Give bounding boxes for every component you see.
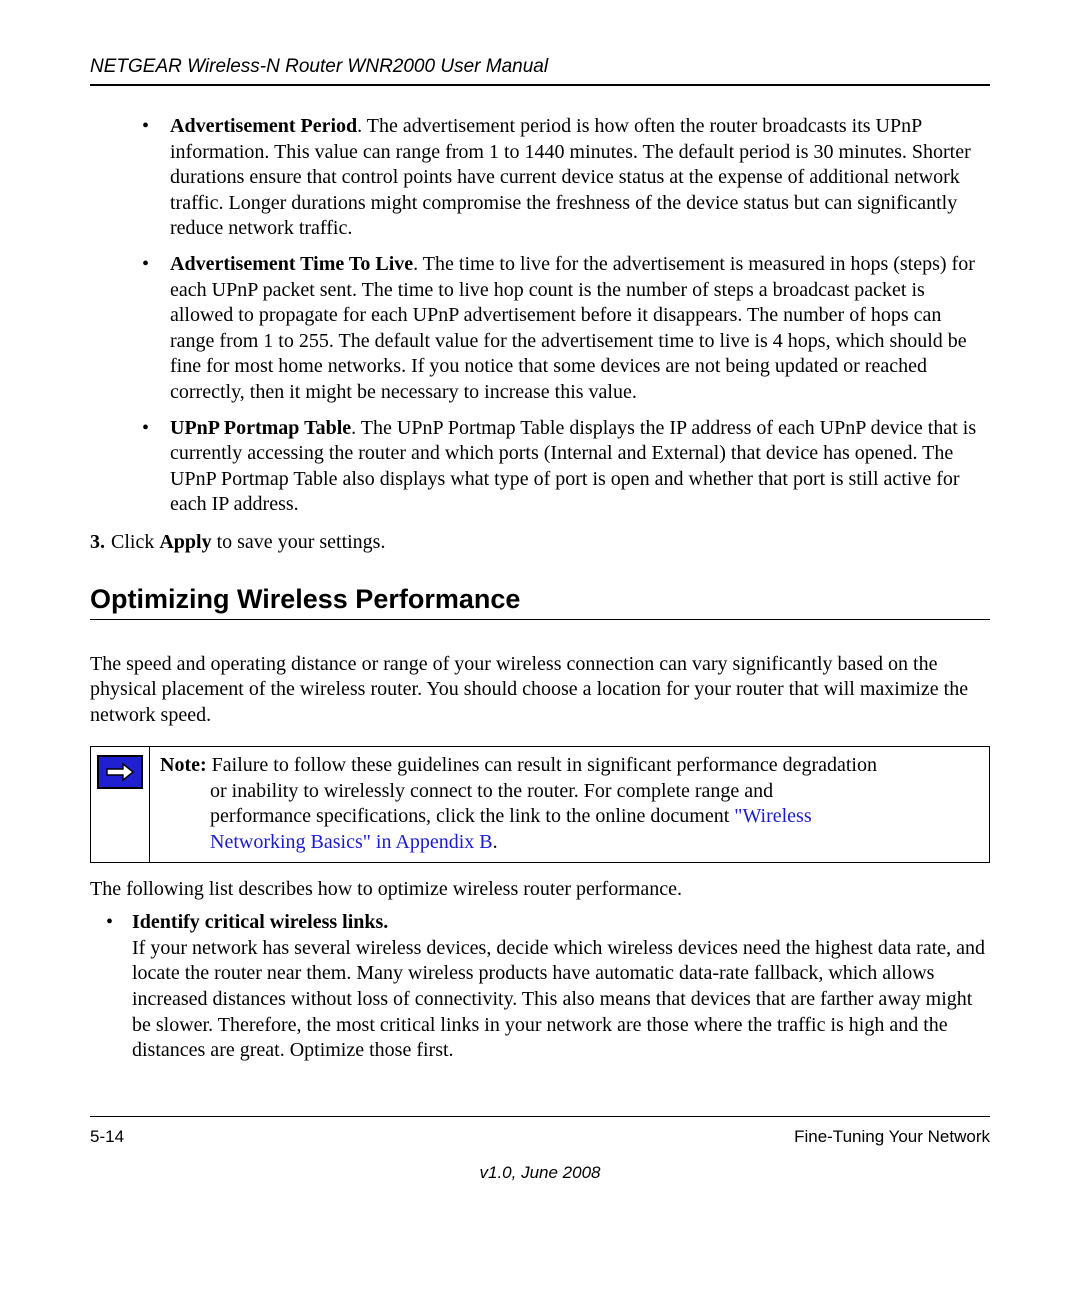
opt-title: Identify critical wireless links.: [132, 911, 388, 933]
note-label: Note:: [160, 754, 207, 776]
followup-paragraph: The following list describes how to opti…: [90, 877, 990, 903]
step-bold: Apply: [159, 531, 211, 553]
term: Advertisement Time To Live: [170, 253, 413, 275]
step-3: 3. Click Apply to save your settings.: [90, 530, 990, 556]
note-line1: Failure to follow these guidelines can r…: [207, 754, 877, 776]
term: Advertisement Period: [170, 115, 357, 137]
bullet-advertisement-period: Advertisement Period. The advertisement …: [134, 114, 990, 242]
heading-rule: [90, 619, 990, 620]
arrow-right-icon: [97, 755, 143, 789]
desc: . The time to live for the advertisement…: [170, 253, 975, 403]
note-box: Note: Failure to follow these guidelines…: [90, 746, 990, 862]
step-number: 3.: [90, 531, 105, 553]
note-text: Note: Failure to follow these guidelines…: [150, 747, 989, 861]
section-heading: Optimizing Wireless Performance: [90, 584, 990, 615]
step-post: to save your settings.: [212, 531, 386, 553]
footer-page-number: 5-14: [90, 1127, 124, 1147]
note-line2b: performance specifications, click the li…: [210, 805, 734, 827]
intro-paragraph: The speed and operating distance or rang…: [90, 652, 990, 729]
link-wireless-basics[interactable]: "Wireless: [734, 805, 811, 827]
running-header: NETGEAR Wireless-N Router WNR2000 User M…: [90, 56, 990, 78]
note-icon-cell: [91, 747, 150, 861]
page-footer: 5-14 Fine-Tuning Your Network v1.0, June…: [90, 1116, 990, 1183]
bullet-upnp-portmap: UPnP Portmap Table. The UPnP Portmap Tab…: [134, 416, 990, 518]
step-pre: Click: [111, 531, 159, 553]
bullet-identify-links: Identify critical wireless links. If you…: [106, 910, 990, 1064]
page: NETGEAR Wireless-N Router WNR2000 User M…: [0, 0, 1080, 1223]
term: UPnP Portmap Table: [170, 417, 351, 439]
bullet-advertisement-ttl: Advertisement Time To Live. The time to …: [134, 252, 990, 406]
link-wireless-basics-2[interactable]: Networking Basics" in Appendix B: [210, 831, 493, 853]
footer-rule: [90, 1116, 990, 1117]
footer-version: v1.0, June 2008: [90, 1163, 990, 1183]
optimization-list: Identify critical wireless links. If you…: [106, 910, 990, 1064]
note-period: .: [493, 831, 498, 853]
footer-chapter: Fine-Tuning Your Network: [794, 1127, 990, 1147]
header-rule: [90, 84, 990, 86]
upnp-bullet-list: Advertisement Period. The advertisement …: [134, 114, 990, 518]
note-line2a: or inability to wirelessly connect to th…: [160, 779, 979, 805]
opt-body: If your network has several wireless dev…: [132, 937, 985, 1061]
